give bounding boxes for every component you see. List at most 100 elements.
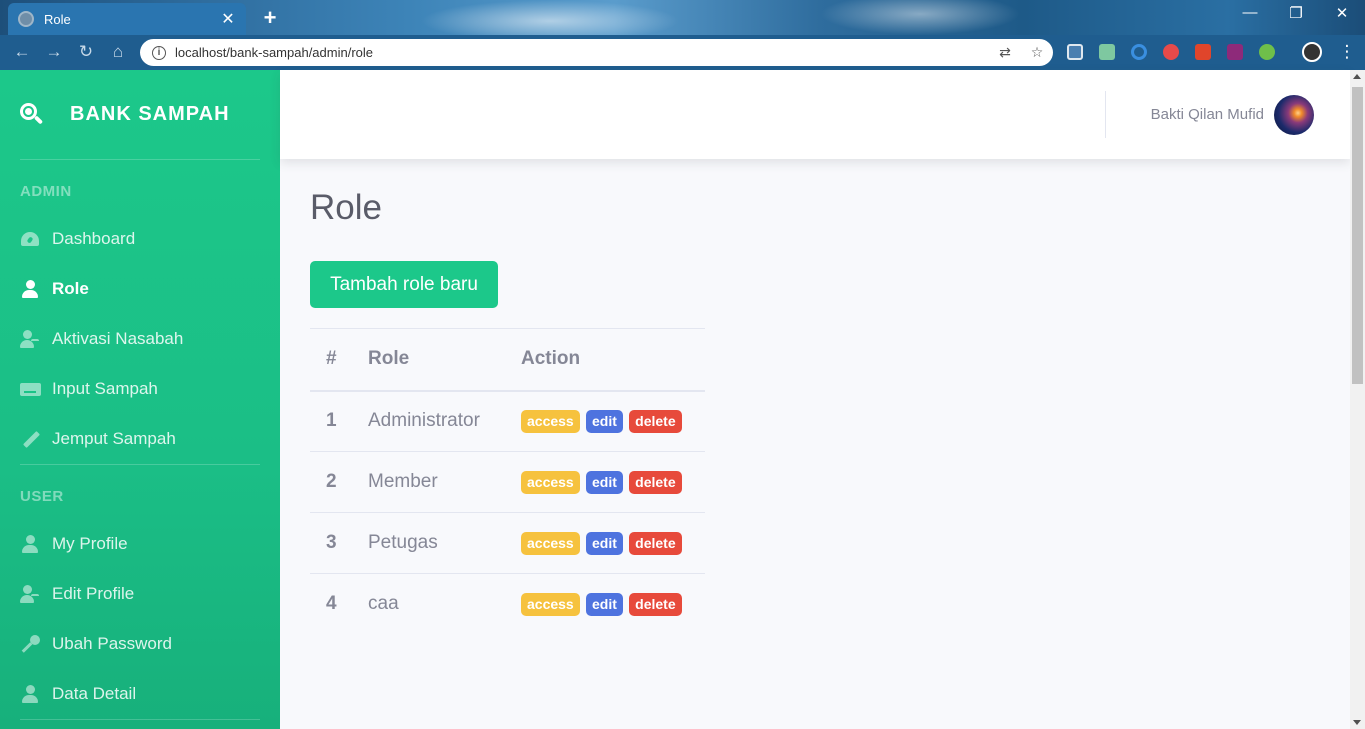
sidebar-item-label: My Profile [52, 534, 128, 553]
topbar: Bakti Qilan Mufid [280, 70, 1350, 159]
edit-button[interactable]: edit [586, 470, 623, 494]
table-row: 3 Petugas access edit delete [310, 512, 705, 574]
sidebar-item-edit-profile[interactable]: Edit Profile [0, 569, 280, 619]
tachometer-icon [20, 230, 42, 248]
sidebar-item-dashboard[interactable]: Dashboard [0, 214, 280, 264]
scroll-down-icon[interactable] [1353, 720, 1361, 725]
table-row: 4 caa access edit delete [310, 573, 705, 635]
search-dollar-icon [20, 103, 44, 125]
extension-icon[interactable] [1195, 44, 1211, 60]
role-name: Petugas [368, 512, 521, 574]
sidebar-divider [20, 719, 260, 720]
row-number: 3 [310, 512, 368, 574]
action-cell: access edit delete [521, 451, 705, 513]
sidebar: BANK SAMPAH ADMIN Dashboard Role Aktivas… [0, 70, 280, 729]
user-tie-icon [20, 685, 42, 703]
sidebar-item-label: Edit Profile [52, 584, 135, 603]
home-icon[interactable]: ⌂ [106, 42, 130, 62]
favicon-icon [18, 11, 34, 27]
topbar-divider [1105, 91, 1106, 138]
extension-icon[interactable] [1163, 44, 1179, 60]
sidebar-divider [20, 464, 260, 465]
extension-icon[interactable] [1131, 44, 1147, 60]
sidebar-item-label: Input Sampah [52, 379, 158, 398]
sidebar-item-aktivasi-nasabah[interactable]: Aktivasi Nasabah [0, 314, 280, 364]
avatar[interactable] [1274, 95, 1314, 135]
row-number: 2 [310, 451, 368, 513]
action-cell: access edit delete [521, 573, 705, 635]
scrollbar-thumb[interactable] [1352, 87, 1363, 384]
user-name[interactable]: Bakti Qilan Mufid [1151, 106, 1264, 123]
column-header-action: Action [521, 328, 705, 392]
address-bar[interactable]: i localhost/bank-sampah/admin/role ⇄ ☆ [140, 39, 1053, 66]
column-header-number: # [310, 328, 368, 392]
sidebar-heading-admin: ADMIN [20, 183, 72, 200]
extension-icon[interactable] [1259, 44, 1275, 60]
extension-icon[interactable] [1099, 44, 1115, 60]
user-check-icon [20, 330, 42, 348]
role-name: Administrator [368, 410, 480, 432]
sidebar-item-label: Jemput Sampah [52, 429, 176, 448]
sidebar-item-data-detail[interactable]: Data Detail [0, 669, 280, 719]
tab-title: Role [44, 11, 71, 27]
sidebar-brand[interactable]: BANK SAMPAH [0, 70, 280, 158]
brand-text: BANK SAMPAH [70, 102, 230, 125]
access-button[interactable]: access [521, 531, 580, 555]
page-title: Role [310, 188, 382, 227]
url-text[interactable]: localhost/bank-sampah/admin/role [175, 45, 989, 60]
sidebar-divider [20, 159, 260, 160]
sidebar-item-jemput-sampah[interactable]: Jemput Sampah [0, 414, 280, 464]
extension-icon[interactable] [1227, 44, 1243, 60]
add-role-button[interactable]: Tambah role baru [310, 261, 498, 308]
role-name: Member [368, 451, 521, 513]
close-window-button[interactable]: ✕ [1319, 4, 1365, 22]
edit-button[interactable]: edit [586, 531, 623, 555]
table-header-row: # Role Action [310, 328, 705, 392]
sidebar-item-input-sampah[interactable]: Input Sampah [0, 364, 280, 414]
close-tab-icon[interactable]: ✕ [220, 9, 236, 29]
sidebar-item-my-profile[interactable]: My Profile [0, 519, 280, 569]
delete-button[interactable]: delete [629, 409, 682, 433]
restore-button[interactable]: ❐ [1273, 4, 1319, 22]
keyboard-icon [20, 380, 42, 398]
sidebar-item-label: Role [52, 279, 89, 298]
access-button[interactable]: access [521, 409, 580, 433]
access-button[interactable]: access [521, 592, 580, 616]
translate-icon[interactable]: ⇄ [989, 44, 1021, 61]
sidebar-heading-user: USER [20, 488, 64, 505]
table-row: 1 Administrator access edit delete [310, 391, 705, 452]
delete-button[interactable]: delete [629, 592, 682, 616]
browser-tab[interactable]: Role ✕ [8, 3, 246, 35]
new-tab-button[interactable]: + [258, 5, 282, 31]
info-icon[interactable]: i [152, 45, 166, 60]
access-button[interactable]: access [521, 470, 580, 494]
edit-button[interactable]: edit [586, 592, 623, 616]
page-scrollbar[interactable] [1350, 70, 1365, 729]
delete-button[interactable]: delete [629, 470, 682, 494]
sidebar-item-label: Data Detail [52, 684, 137, 703]
sidebar-item-label: Ubah Password [52, 634, 173, 653]
scroll-up-icon[interactable] [1353, 74, 1361, 79]
sidebar-item-role[interactable]: Role [0, 264, 280, 314]
sidebar-item-ubah-password[interactable]: Ubah Password [0, 619, 280, 669]
table-row: 2 Member access edit delete [310, 451, 705, 513]
edit-button[interactable]: edit [586, 409, 623, 433]
user-edit-icon [20, 585, 42, 603]
extension-icon[interactable] [1067, 44, 1083, 60]
menu-icon[interactable]: ⋮ [1335, 42, 1359, 62]
profile-avatar-icon[interactable] [1302, 42, 1322, 62]
role-name: caa [368, 573, 521, 635]
user-icon [20, 535, 42, 553]
delete-button[interactable]: delete [629, 531, 682, 555]
key-icon [20, 635, 42, 653]
titlebar-decoration [420, 0, 680, 35]
reload-icon[interactable]: ↻ [74, 42, 98, 62]
role-table: # Role Action 1 Administrator access edi… [310, 328, 705, 635]
minimize-button[interactable]: — [1227, 4, 1273, 21]
column-header-role: Role [368, 328, 521, 392]
back-icon[interactable]: ← [10, 42, 34, 62]
star-icon[interactable]: ☆ [1021, 44, 1053, 61]
row-number: 1 [326, 410, 337, 432]
sidebar-item-label: Dashboard [52, 229, 136, 248]
forward-icon[interactable]: → [42, 42, 66, 62]
